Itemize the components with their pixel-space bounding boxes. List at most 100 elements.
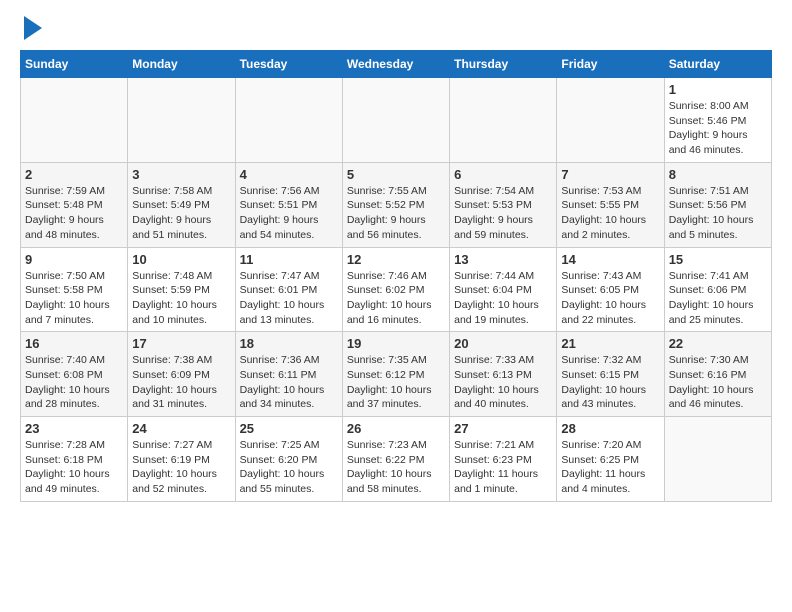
column-header-thursday: Thursday (450, 51, 557, 78)
calendar-cell: 6 Sunrise: 7:54 AM Sunset: 5:53 PM Daylig… (450, 162, 557, 247)
column-header-monday: Monday (128, 51, 235, 78)
calendar-cell: 20 Sunrise: 7:33 AM Sunset: 6:13 PM Dayli… (450, 332, 557, 417)
day-number: 9 (25, 252, 123, 267)
day-info: Sunrise: 7:41 AM Sunset: 6:06 PM Dayligh… (669, 269, 767, 328)
day-number: 19 (347, 336, 445, 351)
day-info: Sunrise: 8:00 AM Sunset: 5:46 PM Dayligh… (669, 99, 767, 158)
calendar-cell: 3Sunrise: 7:58 AM Sunset: 5:49 PM Daylig… (128, 162, 235, 247)
calendar-week-row: 9 Sunrise: 7:50 AM Sunset: 5:58 PM Daylig… (21, 247, 772, 332)
calendar-cell: 16 Sunrise: 7:40 AM Sunset: 6:08 PM Dayli… (21, 332, 128, 417)
day-info: Sunrise: 7:43 AM Sunset: 6:05 PM Dayligh… (561, 269, 659, 328)
day-number: 4 (240, 167, 338, 182)
day-info: Sunrise: 7:33 AM Sunset: 6:13 PM Dayligh… (454, 353, 552, 412)
calendar-cell: 28 Sunrise: 7:20 AM Sunset: 6:25 PM Dayli… (557, 417, 664, 502)
day-number: 18 (240, 336, 338, 351)
day-number: 13 (454, 252, 552, 267)
day-number: 20 (454, 336, 552, 351)
calendar-week-row: 23 Sunrise: 7:28 AM Sunset: 6:18 PM Dayli… (21, 417, 772, 502)
day-info: Sunrise: 7:28 AM Sunset: 6:18 PM Dayligh… (25, 438, 123, 497)
calendar-cell: 23 Sunrise: 7:28 AM Sunset: 6:18 PM Dayli… (21, 417, 128, 502)
calendar-cell: 19 Sunrise: 7:35 AM Sunset: 6:12 PM Dayli… (342, 332, 449, 417)
calendar-cell: 24 Sunrise: 7:27 AM Sunset: 6:19 PM Dayli… (128, 417, 235, 502)
calendar-cell: 22Sunrise: 7:30 AM Sunset: 6:16 PM Dayli… (664, 332, 771, 417)
logo-arrow-icon (24, 16, 42, 40)
day-info: Sunrise: 7:35 AM Sunset: 6:12 PM Dayligh… (347, 353, 445, 412)
day-number: 25 (240, 421, 338, 436)
calendar-cell (21, 78, 128, 163)
calendar-cell: 11 Sunrise: 7:47 AM Sunset: 6:01 PM Dayli… (235, 247, 342, 332)
calendar-cell: 10 Sunrise: 7:48 AM Sunset: 5:59 PM Dayli… (128, 247, 235, 332)
day-info: Sunrise: 7:59 AM Sunset: 5:48 PM Dayligh… (25, 184, 123, 243)
calendar-week-row: 2 Sunrise: 7:59 AM Sunset: 5:48 PM Daylig… (21, 162, 772, 247)
day-number: 11 (240, 252, 338, 267)
calendar-cell: 12 Sunrise: 7:46 AM Sunset: 6:02 PM Dayli… (342, 247, 449, 332)
day-number: 28 (561, 421, 659, 436)
calendar-table: SundayMondayTuesdayWednesdayThursdayFrid… (20, 50, 772, 502)
day-info: Sunrise: 7:53 AM Sunset: 5:55 PM Dayligh… (561, 184, 659, 243)
day-number: 21 (561, 336, 659, 351)
calendar-header-row: SundayMondayTuesdayWednesdayThursdayFrid… (21, 51, 772, 78)
day-number: 27 (454, 421, 552, 436)
day-info: Sunrise: 7:38 AM Sunset: 6:09 PM Dayligh… (132, 353, 230, 412)
calendar-cell: 18Sunrise: 7:36 AM Sunset: 6:11 PM Dayli… (235, 332, 342, 417)
calendar-week-row: 1 Sunrise: 8:00 AM Sunset: 5:46 PM Daylig… (21, 78, 772, 163)
day-info: Sunrise: 7:27 AM Sunset: 6:19 PM Dayligh… (132, 438, 230, 497)
day-info: Sunrise: 7:40 AM Sunset: 6:08 PM Dayligh… (25, 353, 123, 412)
day-info: Sunrise: 7:51 AM Sunset: 5:56 PM Dayligh… (669, 184, 767, 243)
day-number: 15 (669, 252, 767, 267)
column-header-wednesday: Wednesday (342, 51, 449, 78)
calendar-cell: 21 Sunrise: 7:32 AM Sunset: 6:15 PM Dayli… (557, 332, 664, 417)
calendar-cell (450, 78, 557, 163)
calendar-cell: 8 Sunrise: 7:51 AM Sunset: 5:56 PM Daylig… (664, 162, 771, 247)
day-info: Sunrise: 7:46 AM Sunset: 6:02 PM Dayligh… (347, 269, 445, 328)
day-number: 14 (561, 252, 659, 267)
day-info: Sunrise: 7:54 AM Sunset: 5:53 PM Dayligh… (454, 184, 552, 243)
day-info: Sunrise: 7:30 AM Sunset: 6:16 PM Dayligh… (669, 353, 767, 412)
column-header-friday: Friday (557, 51, 664, 78)
calendar-cell: 26 Sunrise: 7:23 AM Sunset: 6:22 PM Dayli… (342, 417, 449, 502)
column-header-tuesday: Tuesday (235, 51, 342, 78)
calendar-week-row: 16 Sunrise: 7:40 AM Sunset: 6:08 PM Dayli… (21, 332, 772, 417)
calendar-cell (557, 78, 664, 163)
day-info: Sunrise: 7:21 AM Sunset: 6:23 PM Dayligh… (454, 438, 552, 497)
logo (20, 20, 42, 40)
day-info: Sunrise: 7:32 AM Sunset: 6:15 PM Dayligh… (561, 353, 659, 412)
calendar-cell: 14 Sunrise: 7:43 AM Sunset: 6:05 PM Dayli… (557, 247, 664, 332)
calendar-cell: 9 Sunrise: 7:50 AM Sunset: 5:58 PM Daylig… (21, 247, 128, 332)
day-info: Sunrise: 7:56 AM Sunset: 5:51 PM Dayligh… (240, 184, 338, 243)
day-number: 24 (132, 421, 230, 436)
day-number: 7 (561, 167, 659, 182)
calendar-cell: 13 Sunrise: 7:44 AM Sunset: 6:04 PM Dayli… (450, 247, 557, 332)
day-info: Sunrise: 7:25 AM Sunset: 6:20 PM Dayligh… (240, 438, 338, 497)
calendar-cell (235, 78, 342, 163)
day-number: 10 (132, 252, 230, 267)
calendar-cell: 15 Sunrise: 7:41 AM Sunset: 6:06 PM Dayli… (664, 247, 771, 332)
calendar-cell: 2 Sunrise: 7:59 AM Sunset: 5:48 PM Daylig… (21, 162, 128, 247)
day-number: 26 (347, 421, 445, 436)
day-info: Sunrise: 7:23 AM Sunset: 6:22 PM Dayligh… (347, 438, 445, 497)
calendar-cell: 7 Sunrise: 7:53 AM Sunset: 5:55 PM Daylig… (557, 162, 664, 247)
day-number: 23 (25, 421, 123, 436)
day-info: Sunrise: 7:44 AM Sunset: 6:04 PM Dayligh… (454, 269, 552, 328)
day-number: 12 (347, 252, 445, 267)
page-header (20, 20, 772, 40)
day-info: Sunrise: 7:20 AM Sunset: 6:25 PM Dayligh… (561, 438, 659, 497)
day-info: Sunrise: 7:48 AM Sunset: 5:59 PM Dayligh… (132, 269, 230, 328)
day-info: Sunrise: 7:50 AM Sunset: 5:58 PM Dayligh… (25, 269, 123, 328)
day-number: 17 (132, 336, 230, 351)
calendar-cell: 27 Sunrise: 7:21 AM Sunset: 6:23 PM Dayli… (450, 417, 557, 502)
calendar-cell: 4 Sunrise: 7:56 AM Sunset: 5:51 PM Daylig… (235, 162, 342, 247)
day-number: 5 (347, 167, 445, 182)
calendar-cell: 17 Sunrise: 7:38 AM Sunset: 6:09 PM Dayli… (128, 332, 235, 417)
day-info: Sunrise: 7:47 AM Sunset: 6:01 PM Dayligh… (240, 269, 338, 328)
day-number: 16 (25, 336, 123, 351)
day-info: Sunrise: 7:55 AM Sunset: 5:52 PM Dayligh… (347, 184, 445, 243)
calendar-cell: 25 Sunrise: 7:25 AM Sunset: 6:20 PM Dayli… (235, 417, 342, 502)
day-number: 1 (669, 82, 767, 97)
calendar-cell (128, 78, 235, 163)
calendar-cell: 5 Sunrise: 7:55 AM Sunset: 5:52 PM Daylig… (342, 162, 449, 247)
day-number: 6 (454, 167, 552, 182)
day-number: 3 (132, 167, 230, 182)
day-number: 2 (25, 167, 123, 182)
day-number: 8 (669, 167, 767, 182)
